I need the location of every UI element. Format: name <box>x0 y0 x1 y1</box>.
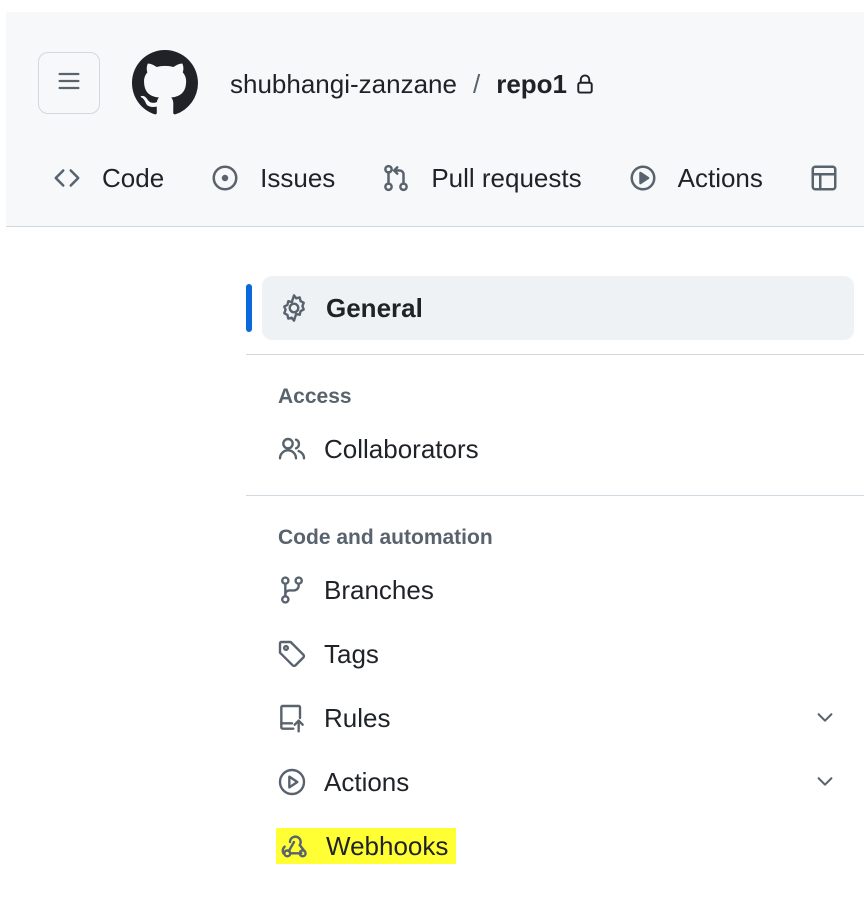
git-pull-request-icon <box>381 163 411 193</box>
sidebar-item-branches-label: Branches <box>324 574 434 605</box>
repo-owner-link[interactable]: shubhangi-zanzane <box>230 69 457 100</box>
gear-icon <box>278 292 312 324</box>
section-heading-access: Access <box>278 385 352 408</box>
repo-header: shubhangi-zanzane / repo1 Code Issues Pu… <box>6 12 864 227</box>
tab-code-label: Code <box>102 162 165 193</box>
sidebar-item-tags[interactable]: Tags <box>240 622 864 686</box>
sidebar-item-general[interactable]: General <box>262 276 854 340</box>
tab-issues[interactable]: Issues <box>210 163 335 194</box>
repo-push-icon <box>276 702 310 734</box>
webhooks-highlight: Webhooks <box>276 828 457 864</box>
sidebar-item-rules[interactable]: Rules <box>240 686 864 750</box>
tag-icon <box>276 638 310 670</box>
menu-button[interactable] <box>38 52 100 114</box>
settings-sidebar: General Access Collaborators Code and au… <box>240 270 864 878</box>
table-icon <box>809 163 839 193</box>
sidebar-item-webhooks[interactable]: Webhooks <box>240 814 864 878</box>
top-strip <box>0 0 864 8</box>
sidebar-item-webhooks-label: Webhooks <box>326 830 449 861</box>
tab-pull-requests[interactable]: Pull requests <box>381 162 582 194</box>
chevron-down-icon[interactable] <box>814 770 836 792</box>
sidebar-item-tags-label: Tags <box>324 638 379 669</box>
tab-pull-requests-label: Pull requests <box>431 162 582 193</box>
sidebar-item-collaborators[interactable]: Collaborators <box>240 417 864 481</box>
webhook-icon <box>278 830 312 862</box>
tab-issues-label: Issues <box>260 162 336 193</box>
tab-code[interactable]: Code <box>52 163 164 194</box>
section-heading-code-and-automation: Code and automation <box>278 526 493 549</box>
tab-actions[interactable]: Actions <box>628 163 763 194</box>
sidebar-item-actions[interactable]: Actions <box>240 750 864 814</box>
hamburger-icon <box>55 67 83 100</box>
sidebar-item-collaborators-label: Collaborators <box>324 433 479 464</box>
sidebar-item-branches[interactable]: Branches <box>240 558 864 622</box>
play-icon <box>628 163 658 193</box>
tab-actions-label: Actions <box>677 162 763 193</box>
sidebar-item-actions-label: Actions <box>324 766 410 797</box>
tab-projects[interactable] <box>809 163 859 193</box>
issue-opened-icon <box>210 163 240 193</box>
chevron-down-icon[interactable] <box>814 706 836 728</box>
play-icon <box>276 766 310 798</box>
breadcrumb-separator: / <box>472 68 481 99</box>
repo-name-link[interactable]: repo1 <box>496 69 567 100</box>
github-logo-icon[interactable] <box>132 50 198 116</box>
git-branch-icon <box>276 574 310 606</box>
lock-icon <box>575 73 595 95</box>
active-indicator <box>246 284 252 332</box>
repo-nav: Code Issues Pull requests Actions <box>52 158 864 198</box>
code-icon <box>52 163 82 193</box>
breadcrumb: shubhangi-zanzane / repo1 <box>230 64 595 104</box>
people-icon <box>276 433 310 465</box>
sidebar-item-rules-label: Rules <box>324 702 391 733</box>
sidebar-item-general-label: General <box>326 292 423 323</box>
